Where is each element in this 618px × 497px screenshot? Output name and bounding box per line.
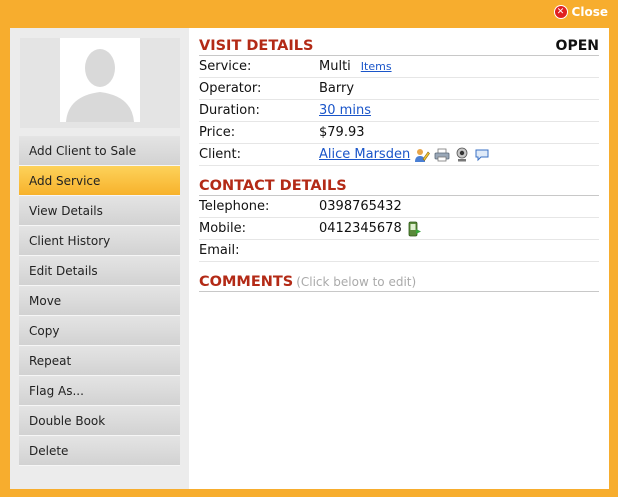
menu-view-details[interactable]: View Details [19, 196, 180, 226]
comments-hint: (Click below to edit) [296, 275, 417, 289]
price-value: $79.93 [319, 125, 365, 140]
close-button[interactable]: ✕ Close [553, 5, 608, 19]
client-name-link[interactable]: Alice Marsden [319, 147, 410, 162]
menu-copy[interactable]: Copy [19, 316, 180, 346]
operator-row: Operator: Barry [199, 78, 599, 100]
visit-details-title: VISIT DETAILS [199, 38, 314, 54]
print-icon[interactable] [434, 147, 450, 163]
telephone-label: Telephone: [199, 199, 270, 214]
contact-details-title: CONTACT DETAILS [199, 178, 347, 194]
avatar-frame [20, 38, 180, 128]
close-label: Close [571, 5, 608, 19]
person-silhouette-icon [66, 49, 134, 122]
appointment-popup: Add Client to Sale Add Service View Deta… [10, 28, 609, 489]
menu-add-service[interactable]: Add Service [19, 166, 180, 196]
menu-move[interactable]: Move [19, 286, 180, 316]
avatar [60, 38, 140, 122]
close-icon: ✕ [553, 5, 568, 19]
service-row: Service: Multi Items [199, 56, 599, 78]
menu-edit-details[interactable]: Edit Details [19, 256, 180, 286]
telephone-row: Telephone: 0398765432 [199, 196, 599, 218]
client-label: Client: [199, 147, 242, 162]
comments-header[interactable]: COMMENTS (Click below to edit) [199, 272, 599, 292]
items-link[interactable]: Items [361, 60, 392, 73]
edit-client-icon[interactable] [414, 147, 431, 163]
email-label: Email: [199, 243, 240, 258]
price-label: Price: [199, 125, 236, 140]
email-row: Email: [199, 240, 599, 262]
sidebar-menu: Add Client to Sale Add Service View Deta… [19, 136, 180, 466]
menu-double-book[interactable]: Double Book [19, 406, 180, 436]
sms-icon[interactable] [474, 147, 490, 163]
details-pane: VISIT DETAILS OPEN Service: Multi Items … [189, 28, 609, 489]
service-label: Service: [199, 59, 252, 74]
mobile-value: 0412345678 [319, 221, 402, 236]
price-row: Price: $79.93 [199, 122, 599, 144]
duration-link[interactable]: 30 mins [319, 103, 371, 118]
sidebar: Add Client to Sale Add Service View Deta… [10, 28, 189, 489]
client-row: Client: Alice Marsden [199, 144, 599, 166]
duration-row: Duration: 30 mins [199, 100, 599, 122]
comments-title: COMMENTS [199, 274, 294, 290]
menu-client-history[interactable]: Client History [19, 226, 180, 256]
status-badge: OPEN [555, 38, 599, 54]
service-value: Multi [319, 59, 351, 74]
menu-repeat[interactable]: Repeat [19, 346, 180, 376]
operator-value: Barry [319, 81, 355, 96]
mobile-label: Mobile: [199, 221, 247, 236]
webcam-icon[interactable] [454, 147, 470, 163]
menu-flag-as[interactable]: Flag As... [19, 376, 180, 406]
menu-add-client-to-sale[interactable]: Add Client to Sale [19, 136, 180, 166]
send-sms-icon[interactable] [406, 221, 422, 237]
telephone-value: 0398765432 [319, 199, 402, 214]
contact-details-header: CONTACT DETAILS [199, 176, 599, 196]
duration-label: Duration: [199, 103, 260, 118]
menu-delete[interactable]: Delete [19, 436, 180, 466]
mobile-row: Mobile: 0412345678 [199, 218, 599, 240]
operator-label: Operator: [199, 81, 262, 96]
visit-details-header: VISIT DETAILS OPEN [199, 36, 599, 56]
